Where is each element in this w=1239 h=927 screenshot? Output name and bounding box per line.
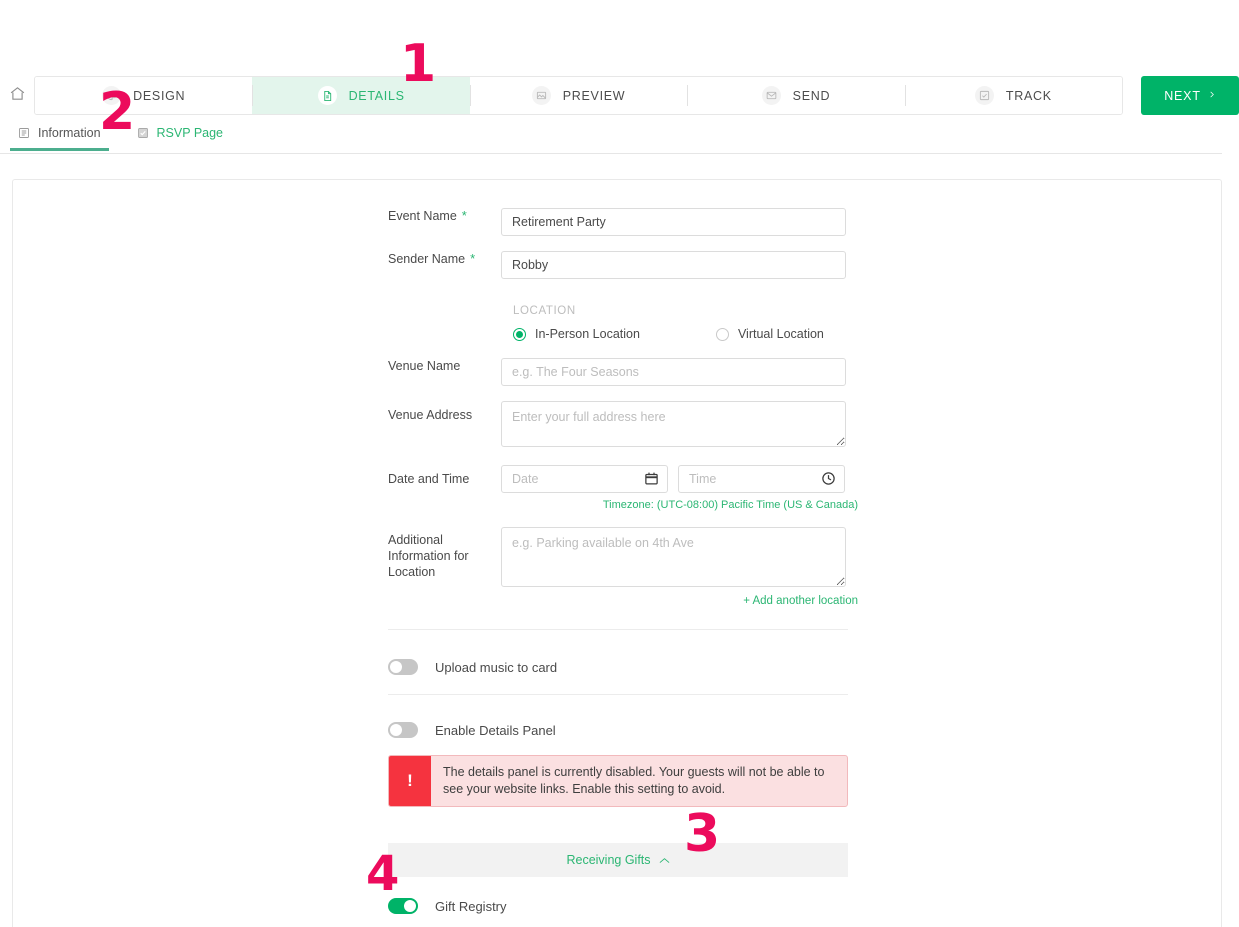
venue-name-label: Venue Name <box>388 359 461 373</box>
alert-warning-icon: ! <box>389 756 431 806</box>
next-button-label: NEXT <box>1164 88 1201 103</box>
receiving-gifts-section-header[interactable]: Receiving Gifts <box>388 843 848 877</box>
row-gift-registry: Gift Registry <box>388 883 868 927</box>
home-button[interactable] <box>0 76 34 115</box>
annotation-marker-2: 2 <box>99 86 135 138</box>
event-name-label-text: Event Name <box>388 209 457 223</box>
step-tab-send-label: SEND <box>792 88 831 103</box>
row-upload-music: Upload music to card <box>388 644 868 690</box>
sub-tab-bar: Information RSVP Page <box>0 126 1222 154</box>
toggle-enable-details-panel-label: Enable Details Panel <box>435 722 556 738</box>
sub-tab-rsvp-page[interactable]: RSVP Page <box>137 126 237 150</box>
annotation-marker-2-text: 2 <box>99 82 136 142</box>
radio-virtual-dot <box>715 327 729 341</box>
checkbox-icon <box>974 86 994 105</box>
step-tab-details-label: DETAILS <box>348 88 405 103</box>
sub-tab-information-label: Information <box>38 126 101 140</box>
next-button[interactable]: NEXT <box>1141 76 1239 115</box>
venue-name-input[interactable] <box>501 358 846 386</box>
chevron-up-icon <box>659 853 670 867</box>
field-date-and-time: Date and Time <box>388 465 868 493</box>
annotation-marker-4: 4 <box>366 850 399 898</box>
content-card: Event Name * Sender Name * LOCATION In-Per… <box>12 179 1222 927</box>
timezone-note: Timezone: (UTC-08:00) Pacific Time (US &… <box>602 499 858 511</box>
step-navigation-bar: DESIGN DETAILS PREVIEW SEND TRACK NEXT <box>0 76 1239 115</box>
event-name-label: Event Name * <box>388 208 501 224</box>
envelope-icon <box>761 86 781 105</box>
step-tabs: DESIGN DETAILS PREVIEW SEND TRACK <box>34 76 1123 115</box>
toggle-upload-music[interactable] <box>388 659 418 675</box>
radio-in-person-location[interactable]: In-Person Location <box>513 327 640 341</box>
row-enable-details-panel: Enable Details Panel <box>388 707 868 753</box>
details-panel-disabled-alert: ! The details panel is currently disable… <box>388 755 848 807</box>
step-tab-design-label: DESIGN <box>133 88 186 103</box>
annotation-marker-1-text: 1 <box>400 34 437 94</box>
time-input[interactable] <box>678 465 845 493</box>
additional-information-label: Additional Information for Location <box>388 533 469 579</box>
sender-name-label-text: Sender Name <box>388 252 466 266</box>
date-time-inputs <box>501 465 845 493</box>
step-tab-preview-label: PREVIEW <box>562 88 626 103</box>
step-tab-send[interactable]: SEND <box>687 77 905 114</box>
sender-name-input[interactable] <box>501 251 846 279</box>
field-sender-name: Sender Name * <box>388 251 868 279</box>
toggle-gift-registry-label: Gift Registry <box>435 898 507 914</box>
time-field <box>678 465 845 493</box>
chevron-right-icon <box>1208 89 1216 103</box>
document-icon <box>317 86 337 105</box>
venue-address-label: Venue Address <box>388 408 473 422</box>
required-asterisk: * <box>461 208 467 223</box>
section-divider-top <box>388 629 848 630</box>
field-venue-address: Venue Address <box>388 401 868 447</box>
additional-information-textarea[interactable] <box>501 527 846 587</box>
step-tab-preview[interactable]: PREVIEW <box>469 77 688 114</box>
radio-virtual-label: Virtual Location <box>737 327 824 341</box>
app-page: DESIGN DETAILS PREVIEW SEND TRACK NEXT I… <box>0 0 1239 927</box>
step-tab-design[interactable]: DESIGN <box>35 77 253 114</box>
location-section-heading: LOCATION <box>513 305 576 317</box>
toggle-enable-details-panel[interactable] <box>388 722 418 738</box>
annotation-marker-3: 3 <box>684 808 720 860</box>
field-event-name: Event Name * <box>388 208 868 236</box>
home-icon <box>9 85 26 107</box>
add-another-location-link[interactable]: + Add another location <box>513 595 858 607</box>
radio-in-person-label: In-Person Location <box>535 327 640 341</box>
date-input[interactable] <box>501 465 668 493</box>
venue-address-textarea[interactable] <box>501 401 846 447</box>
annotation-marker-1: 1 <box>400 38 436 90</box>
annotation-marker-4-text: 4 <box>366 846 400 902</box>
date-and-time-label: Date and Time <box>388 472 470 486</box>
checkbox-checked-icon <box>137 127 149 139</box>
sender-name-label: Sender Name * <box>388 251 501 267</box>
event-name-input[interactable] <box>501 208 846 236</box>
event-details-form: Event Name * Sender Name * LOCATION In-Per… <box>388 208 868 927</box>
date-field <box>501 465 668 493</box>
required-asterisk: * <box>470 251 476 266</box>
field-additional-information: Additional Information for Location <box>388 527 868 587</box>
step-tab-track[interactable]: TRACK <box>904 77 1122 114</box>
alert-message: The details panel is currently disabled.… <box>443 765 825 796</box>
step-tab-details[interactable]: DETAILS <box>252 77 470 114</box>
sub-tab-rsvp-page-label: RSVP Page <box>156 126 224 140</box>
receiving-gifts-label: Receiving Gifts <box>566 853 651 867</box>
toggle-upload-music-label: Upload music to card <box>435 659 558 675</box>
image-icon <box>531 86 551 105</box>
location-type-radio-group: In-Person Location Virtual Location <box>513 327 868 341</box>
radio-virtual-location[interactable]: Virtual Location <box>715 327 824 341</box>
list-icon <box>18 127 30 139</box>
annotation-marker-3-text: 3 <box>684 804 721 864</box>
field-venue-name: Venue Name <box>388 358 868 386</box>
radio-in-person-dot <box>513 327 526 341</box>
step-tab-track-label: TRACK <box>1005 88 1052 103</box>
section-divider-music <box>388 694 848 695</box>
